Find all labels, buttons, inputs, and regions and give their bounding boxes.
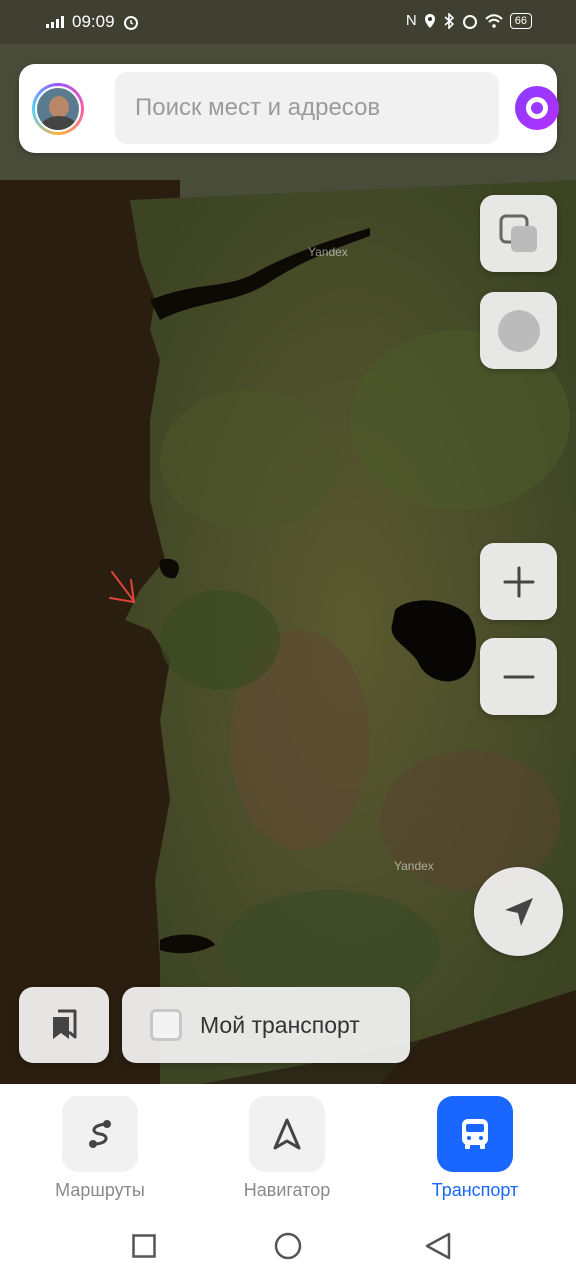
search-input[interactable] <box>115 72 499 144</box>
my-location-button[interactable] <box>474 867 563 956</box>
my-transport-checkbox[interactable] <box>150 1009 182 1041</box>
nfc-icon: N <box>405 12 417 29</box>
alice-assistant-icon[interactable] <box>515 86 559 130</box>
tab-transport[interactable]: Транспорт <box>405 1096 545 1201</box>
location-icon <box>424 13 435 28</box>
map-watermark: Yandex <box>394 859 434 873</box>
tab-navigator[interactable]: Навигатор <box>217 1096 357 1201</box>
bluetooth-icon <box>444 12 454 29</box>
system-navigation-bar <box>0 1220 576 1280</box>
zoom-out-button[interactable] <box>480 638 557 715</box>
map-mode-button[interactable] <box>480 292 557 369</box>
minus-icon <box>503 675 534 678</box>
back-triangle-icon[interactable] <box>424 1232 452 1260</box>
battery-indicator: 66 <box>509 12 532 29</box>
alarm-icon <box>123 16 138 30</box>
tab-routes[interactable]: Маршруты <box>30 1096 170 1201</box>
avatar[interactable] <box>32 83 84 135</box>
signal-icon <box>46 16 64 28</box>
clock: 09:09 <box>72 12 115 31</box>
tab-label: Навигатор <box>243 1180 331 1200</box>
location-arrow-icon <box>504 897 533 926</box>
tab-label: Транспорт <box>431 1180 519 1200</box>
my-transport-label: Мой транспорт <box>200 1011 360 1038</box>
layers-icon <box>499 214 537 252</box>
bus-icon <box>462 1119 488 1149</box>
bookmarks-icon <box>53 1009 77 1039</box>
recents-square-icon[interactable] <box>132 1234 156 1258</box>
search-bar <box>19 64 559 153</box>
bottom-tab-bar: Маршруты Навигатор Транспорт <box>0 1084 576 1220</box>
bookmarks-button[interactable] <box>19 987 109 1063</box>
tab-label: Маршруты <box>55 1180 145 1200</box>
home-circle-icon[interactable] <box>274 1232 302 1260</box>
zoom-in-button[interactable] <box>480 543 557 620</box>
wifi-icon <box>485 13 503 28</box>
navigator-arrow-icon <box>273 1118 301 1150</box>
layers-button[interactable] <box>480 195 557 272</box>
plus-icon <box>503 566 534 597</box>
map-watermark: Yandex <box>308 245 348 259</box>
my-transport-toggle[interactable]: Мой транспорт <box>122 987 410 1063</box>
status-bar: 09:09 N 66 <box>0 0 576 44</box>
route-icon <box>89 1120 111 1148</box>
alarm-icon <box>462 14 477 29</box>
half-moon-icon <box>497 309 540 352</box>
